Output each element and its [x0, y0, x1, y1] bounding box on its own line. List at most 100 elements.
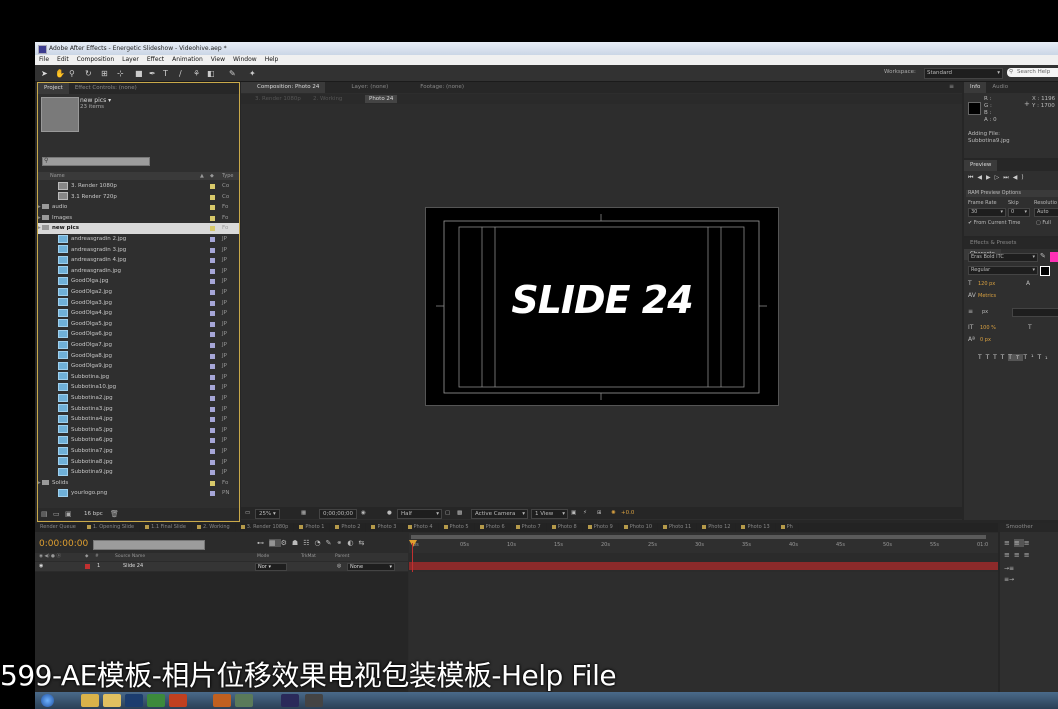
breadcrumb-item[interactable]: 3. Render 1080p	[255, 94, 301, 104]
camera-select[interactable]: Active Camera ▾	[471, 509, 528, 519]
full-screen-checkbox[interactable]: ▢ Full	[1036, 220, 1051, 226]
superscript-button[interactable]: T¹	[1023, 354, 1037, 361]
taskbar-chrome-icon[interactable]	[147, 694, 165, 707]
timeline-tab[interactable]: Ph	[776, 523, 799, 532]
draft-3d-icon[interactable]: ⚙	[281, 539, 292, 547]
label-color[interactable]	[210, 237, 215, 242]
label-color[interactable]	[210, 194, 215, 200]
label-color[interactable]	[210, 184, 215, 189]
timeline-tab[interactable]: Photo 6	[475, 523, 511, 532]
fill-color-swatch[interactable]	[1050, 252, 1058, 262]
search-help-input[interactable]: ⚲ Search Help	[1007, 68, 1058, 77]
subscript-button[interactable]: T₁	[1038, 354, 1052, 361]
label-color[interactable]	[210, 300, 215, 306]
project-item-row[interactable]: Subbotina5.jpg JP	[38, 425, 239, 436]
tab-audio[interactable]: Audio	[986, 82, 1014, 93]
flowchart-icon[interactable]: ⊞	[597, 507, 602, 519]
label-color[interactable]	[210, 491, 215, 497]
menu-animation[interactable]: Animation	[172, 56, 203, 63]
auto-keyframe-icon[interactable]: ◐	[347, 539, 358, 547]
tab-project[interactable]: Project	[38, 83, 69, 94]
new-folder-icon[interactable]: ▭	[53, 510, 60, 518]
snapshot-icon[interactable]: ▦	[301, 507, 306, 519]
taskbar-folder-icon[interactable]	[103, 694, 121, 707]
current-time-indicator-icon[interactable]	[409, 540, 417, 547]
type-tool-icon[interactable]: T	[163, 69, 168, 78]
project-item-row[interactable]: Subbotina9.jpg JP	[38, 467, 239, 478]
bpc-button[interactable]: 16 bpc	[84, 511, 103, 517]
region-of-interest-icon[interactable]: ▢	[445, 507, 450, 519]
project-item-row[interactable]: Subbotina7.jpg JP	[38, 446, 239, 457]
taskbar-firefox-icon[interactable]	[213, 694, 231, 707]
project-item-row[interactable]: andreasgradin 2.jpg JP	[38, 234, 239, 245]
clone-tool-icon[interactable]: ⚘	[193, 69, 200, 78]
project-folder-row[interactable]: ▸ Images Fo	[38, 213, 239, 224]
menu-help[interactable]: Help	[265, 56, 279, 63]
tab-preview[interactable]: Preview	[964, 160, 998, 171]
label-color[interactable]	[210, 247, 215, 253]
project-item-row[interactable]: andreasgradin.jpg JP	[38, 266, 239, 277]
project-item-row[interactable]: 3. Render 1080p Co	[38, 181, 239, 192]
timeline-tab[interactable]: Photo 8	[547, 523, 583, 532]
label-color[interactable]	[210, 438, 215, 444]
transparency-grid-icon[interactable]: ▩	[457, 507, 462, 519]
next-frame-icon[interactable]: ▷	[995, 174, 1004, 181]
timeline-layer-row[interactable]: ◉ 1 Slide 24 Nor ▾ ◎ None ▾	[35, 562, 408, 571]
label-color[interactable]	[210, 311, 215, 317]
layer-name[interactable]: Slide 24	[123, 562, 143, 571]
timeline-tab[interactable]: Photo 13	[736, 523, 776, 532]
trash-icon[interactable]: 🗑	[110, 510, 119, 518]
taskbar-media-icon[interactable]	[169, 694, 187, 707]
project-item-row[interactable]: andreasgradin 4.jpg JP	[38, 255, 239, 266]
zoom-select[interactable]: 25% ▾	[255, 509, 280, 519]
timeline-tab[interactable]: Photo 3	[366, 523, 403, 532]
timeline-tab[interactable]: 3. Render 1080p	[236, 523, 295, 532]
menu-layer[interactable]: Layer	[122, 56, 139, 63]
label-color[interactable]	[210, 385, 215, 391]
last-frame-icon[interactable]: ⏭	[1003, 174, 1012, 181]
justify-left-icon[interactable]: ≡	[1004, 551, 1014, 559]
tab-footage[interactable]: Footage: (none)	[414, 82, 470, 93]
mask-tool-icon[interactable]: ■	[135, 69, 143, 78]
menu-file[interactable]: File	[39, 56, 49, 63]
exposure-icon[interactable]: ✺	[611, 507, 616, 519]
hide-shy-icon[interactable]: ☗	[292, 539, 303, 547]
project-item-row[interactable]: 3.1 Render 720p Co	[38, 192, 239, 203]
vertical-scale-value[interactable]: 100 %	[980, 325, 996, 331]
timeline-timecode[interactable]: 0:00:00:00	[39, 539, 88, 549]
layer-mode-select[interactable]: Nor ▾	[255, 563, 287, 571]
project-folder-row[interactable]: ▸ new pics Fo	[38, 223, 239, 234]
faux-bold-button[interactable]: T	[978, 354, 986, 361]
project-item-row[interactable]: yourlogo.png PN	[38, 488, 239, 499]
label-color[interactable]	[210, 480, 215, 486]
col-name-header[interactable]: Name	[50, 172, 65, 180]
timeline-tab[interactable]: Render Queue	[35, 523, 82, 532]
timeline-tab[interactable]: 1. Opening Slide	[82, 523, 141, 532]
label-color[interactable]	[210, 258, 215, 264]
tab-effects-presets[interactable]: Effects & Presets	[964, 238, 1023, 249]
project-item-row[interactable]: Subbotina10.jpg JP	[38, 382, 239, 393]
graph-editor-icon[interactable]: ✎	[326, 539, 337, 547]
project-item-row[interactable]: andreasgradin 3.jpg JP	[38, 245, 239, 256]
timeline-tab[interactable]: Photo 7	[511, 523, 547, 532]
eraser-tool-icon[interactable]: ◧	[207, 69, 215, 78]
roto-tool-icon[interactable]: ✎	[229, 69, 236, 78]
camera-icon[interactable]: ◉	[361, 507, 366, 519]
stroke-style-select[interactable]	[1012, 308, 1058, 317]
camera-tool-icon[interactable]: ⊞	[101, 69, 108, 78]
col-parent[interactable]: Parent	[335, 553, 349, 561]
style-select[interactable]: Regular ▾	[968, 266, 1038, 275]
brush-tool-icon[interactable]: ∕	[179, 69, 182, 78]
layer-duration-bar[interactable]	[409, 562, 998, 570]
skip-select[interactable]: 0 ▾	[1008, 208, 1030, 217]
label-color[interactable]	[210, 321, 215, 327]
resolution-select[interactable]: Half ▾	[397, 509, 442, 519]
menu-edit[interactable]: Edit	[57, 56, 69, 63]
motion-blur-icon[interactable]: ◔	[314, 539, 325, 547]
project-item-row[interactable]: GoodOlga8.jpg JP	[38, 351, 239, 362]
baseline-value[interactable]: 0 px	[980, 337, 991, 343]
taskbar-explorer-icon[interactable]	[81, 694, 99, 707]
label-color[interactable]	[210, 406, 215, 412]
label-color[interactable]	[210, 396, 215, 401]
label-color[interactable]	[210, 470, 215, 476]
